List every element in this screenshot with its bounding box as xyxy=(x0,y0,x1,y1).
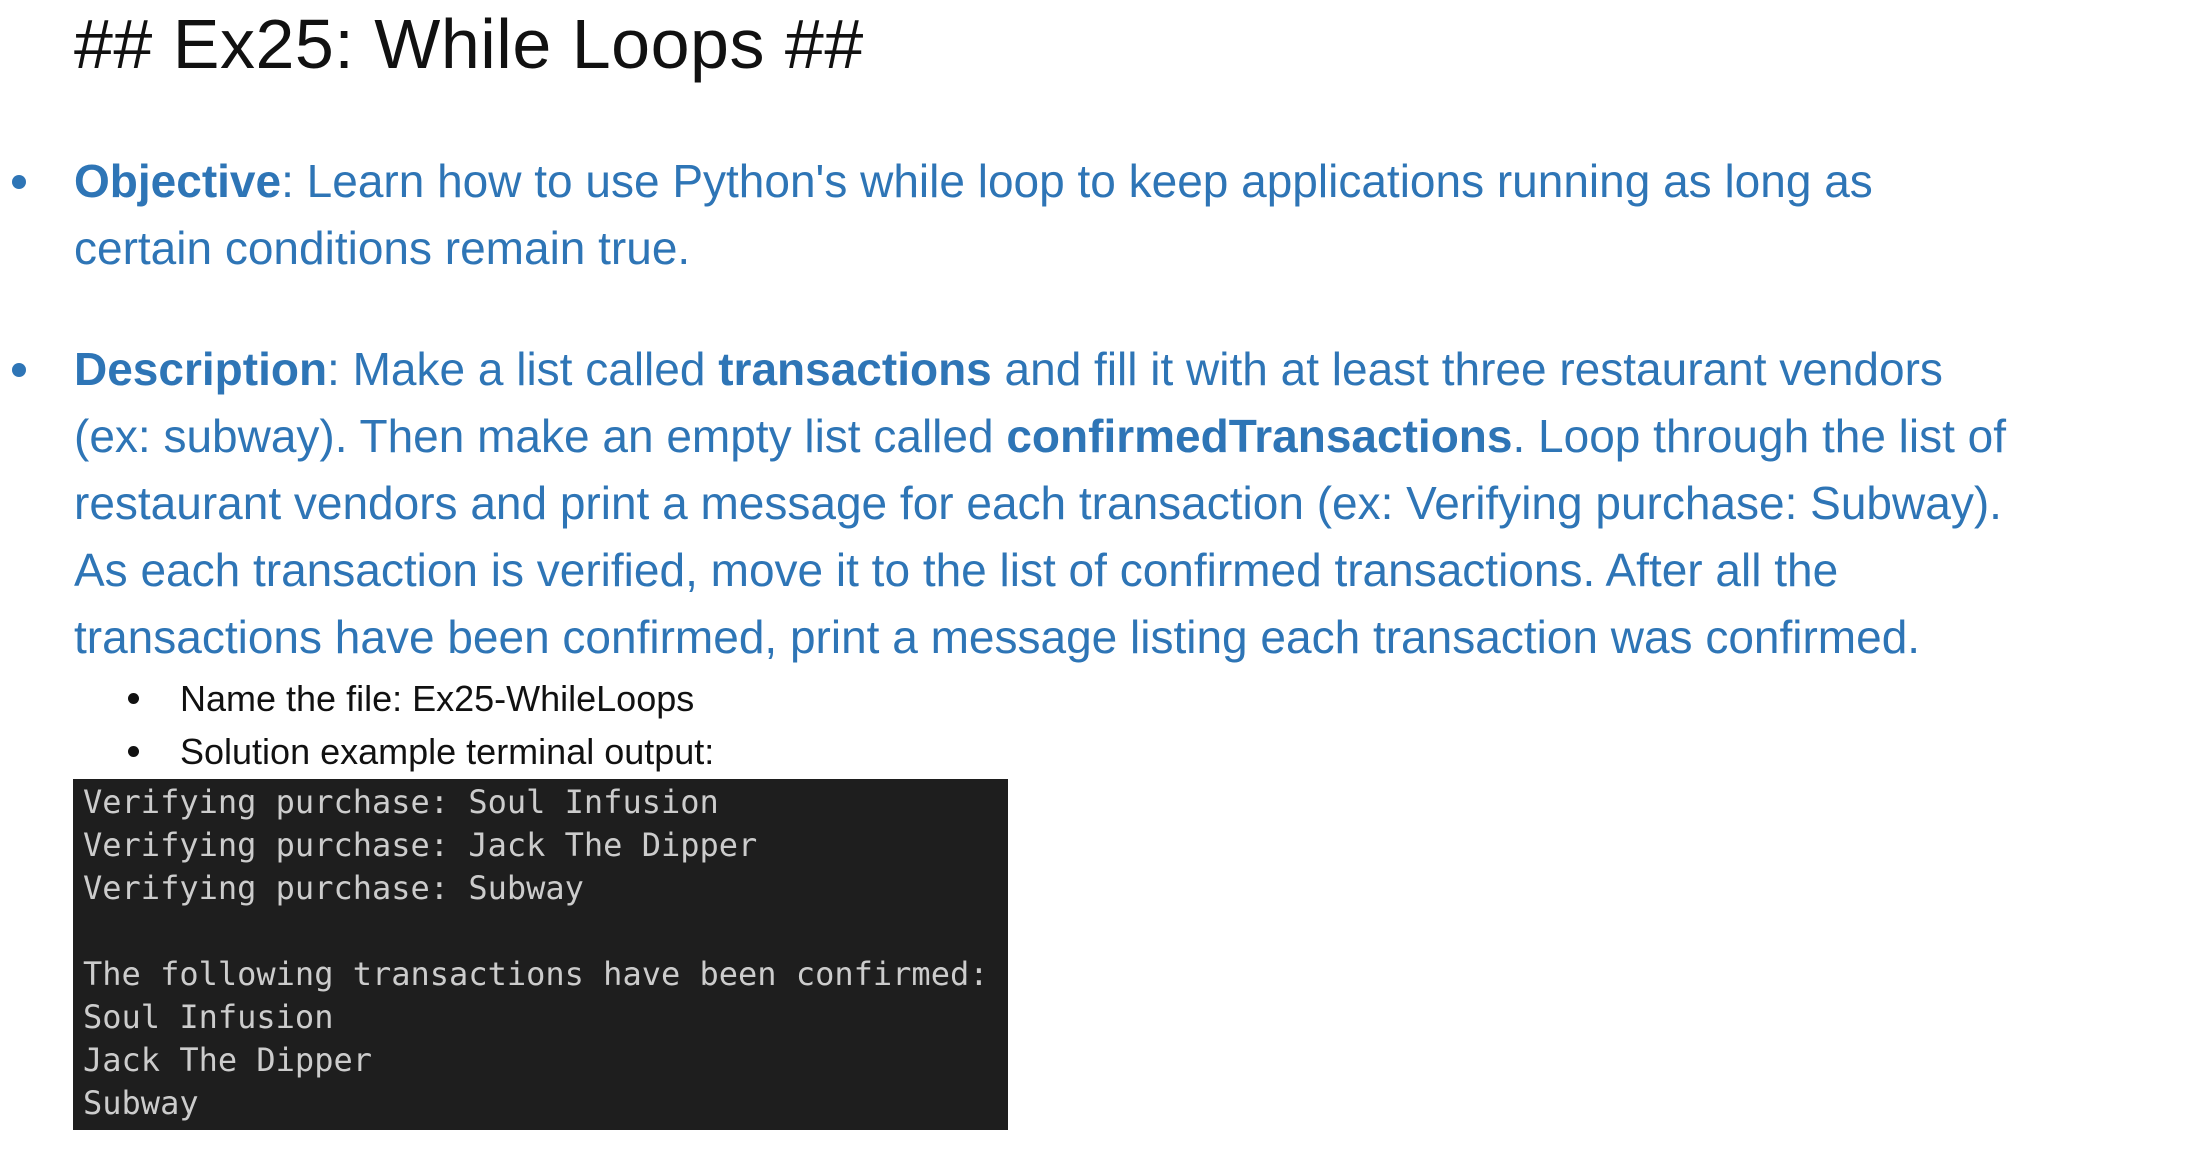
confirmed-transactions-keyword: confirmedTransactions xyxy=(1006,410,1513,462)
bullet-dot-icon xyxy=(12,175,26,189)
terminal-line: Verifying purchase: Subway xyxy=(83,869,584,907)
terminal-line: Verifying purchase: Jack The Dipper xyxy=(83,826,758,864)
description-line-2: (ex: subway). Then make an empty list ca… xyxy=(74,403,2006,470)
page-title: ## Ex25: While Loops ## xyxy=(74,5,864,83)
terminal-line: Soul Infusion xyxy=(83,998,334,1036)
description-line-1: Description: Make a list called transact… xyxy=(74,336,2006,403)
description-line-1-a: : Make a list called xyxy=(327,343,719,395)
objective-line-2: certain conditions remain true. xyxy=(74,222,691,274)
terminal-output: Verifying purchase: Soul Infusion Verify… xyxy=(73,779,1008,1130)
description-label: Description xyxy=(74,343,328,395)
objective-line-1: Objective: Learn how to use Python's whi… xyxy=(74,148,1873,215)
terminal-line: Subway xyxy=(83,1084,199,1122)
description-line-2-b: . Loop through the list of xyxy=(1512,410,2007,462)
sub-bullet-text: Name the file: Ex25-WhileLoops xyxy=(180,678,695,719)
description-line-4: As each transaction is verified, move it… xyxy=(74,544,1839,596)
description-text: Description: Make a list called transact… xyxy=(74,336,2006,671)
objective-text: Objective: Learn how to use Python's whi… xyxy=(74,148,1873,282)
description-line-3: restaurant vendors and print a message f… xyxy=(74,477,2002,529)
description-line-5: transactions have been confirmed, print … xyxy=(74,611,1921,663)
objective-line-1-rest: : Learn how to use Python's while loop t… xyxy=(281,155,1873,207)
document-page: ## Ex25: While Loops ## Objective: Learn… xyxy=(0,0,2192,1149)
objective-label: Objective xyxy=(74,155,282,207)
terminal-line: Verifying purchase: Soul Infusion xyxy=(83,783,719,821)
transactions-keyword: transactions xyxy=(718,343,992,395)
description-line-1-b: and fill it with at least three restaura… xyxy=(991,343,1943,395)
bullet-dot-icon xyxy=(12,363,26,377)
sub-bullet-dot-icon xyxy=(128,746,139,757)
terminal-line: The following transactions have been con… xyxy=(83,955,989,993)
description-line-2-a: (ex: subway). Then make an empty list ca… xyxy=(74,410,1007,462)
sub-bullet-text: Solution example terminal output: xyxy=(180,731,715,772)
terminal-line: Jack The Dipper xyxy=(83,1041,372,1079)
sub-bullet-dot-icon xyxy=(128,693,139,704)
